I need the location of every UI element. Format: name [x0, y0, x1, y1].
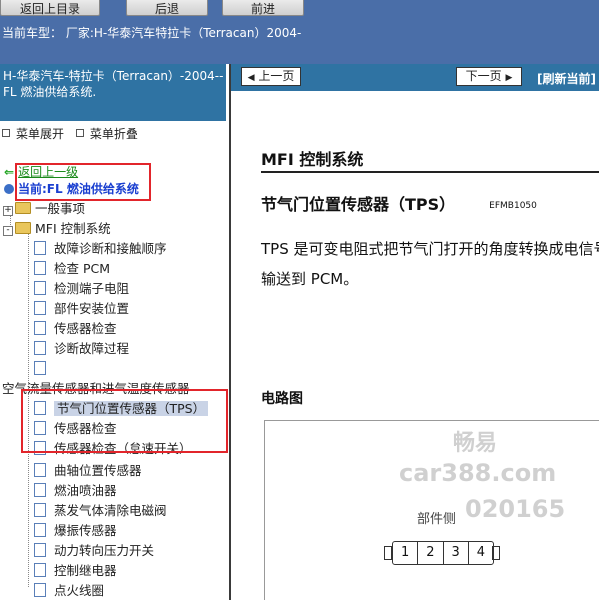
document-icon: [34, 301, 46, 315]
tree-item[interactable]: 曲轴位置传感器: [34, 461, 142, 481]
document-icon: [34, 483, 46, 497]
globe-icon: [4, 184, 14, 194]
menu-expand-button[interactable]: 菜单展开: [2, 127, 64, 141]
watermark: 020165: [465, 495, 566, 523]
document-view: MFI 控制系统 节气门位置传感器（TPS） EFMB1050 TPS 是可变电阻…: [231, 91, 599, 600]
circuit-diagram: 畅易 car388.com 部件侧 020165 1 2 3 4: [264, 420, 599, 600]
square-icon: [75, 129, 84, 137]
return-directory-button[interactable]: 返回上目录: [0, 0, 100, 16]
document-icon: [34, 321, 46, 335]
top-toolbar: 返回上目录 后退 前进: [0, 0, 599, 18]
document-icon: [34, 261, 46, 275]
tree-item[interactable]: 诊断故障过程: [34, 339, 129, 359]
connector-pin: 2: [418, 542, 444, 564]
highlight-box: [15, 163, 151, 201]
connector-latch: [384, 546, 392, 560]
document-icon: [34, 583, 46, 597]
document-icon: [34, 241, 46, 255]
connector: 1 2 3 4: [392, 541, 494, 565]
highlight-box: [21, 389, 228, 453]
expand-icon: +: [3, 205, 13, 216]
tree-item[interactable]: 部件安装位置: [34, 299, 129, 319]
part-side-label: 部件侧: [417, 512, 457, 527]
next-page-button[interactable]: 下一页 ▶: [456, 67, 522, 86]
divider: [261, 171, 599, 173]
content-panel: ◀ 上一页 下一页 ▶ [刷新当前] MFI 控制系统 节气门位置传感器（TPS…: [231, 64, 599, 600]
document-icon: [34, 523, 46, 537]
current-model-text: 当前车型： 厂家:H-华泰汽车特拉卡（Terracan）2004-: [2, 26, 302, 40]
square-icon: [2, 129, 10, 137]
tree-item[interactable]: 传感器检查: [34, 319, 117, 339]
circuit-title: 电路图: [261, 391, 303, 407]
tree-item[interactable]: 故障诊断和接触顺序: [34, 239, 167, 259]
left-panel: H-华泰汽车-特拉卡（Terracan）-2004-- FL 燃油供给系统. 菜…: [0, 64, 231, 600]
document-icon: [34, 563, 46, 577]
model-bar: 当前车型： 厂家:H-华泰汽车特拉卡（Terracan）2004-: [0, 18, 599, 64]
document-icon: [34, 281, 46, 295]
connector-pin: 3: [444, 542, 469, 564]
folder-open-icon: [15, 222, 31, 234]
doc-code: EFMB1050: [489, 201, 537, 211]
tree-item[interactable]: [34, 359, 54, 379]
triangle-left-icon: ◀: [247, 73, 255, 83]
tree-item[interactable]: 动力转向压力开关: [34, 541, 154, 561]
connector-pin: 1: [393, 542, 419, 564]
triangle-right-icon: ▶: [505, 73, 513, 83]
document-icon: [34, 463, 46, 477]
tree-item[interactable]: 控制继电器: [34, 561, 117, 581]
back-arrow-icon: ⇐: [4, 165, 15, 179]
section-title: MFI 控制系统: [261, 150, 364, 169]
document-icon: [34, 361, 46, 375]
tree-item[interactable]: 点火线圈: [34, 581, 104, 600]
prev-page-button[interactable]: ◀ 上一页: [241, 67, 301, 86]
refresh-current-link[interactable]: [刷新当前]: [537, 70, 596, 87]
tree-node-general[interactable]: + 一般事项: [3, 199, 85, 219]
page-nav-bar: ◀ 上一页 下一页 ▶ [刷新当前]: [231, 64, 599, 91]
menu-ops: 菜单展开 菜单折叠: [2, 125, 146, 142]
collapse-icon: -: [3, 226, 13, 236]
connector-pin: 4: [476, 545, 486, 560]
tree-item[interactable]: 爆振传感器: [34, 521, 117, 541]
tree-node-mfi[interactable]: - MFI 控制系统: [3, 219, 111, 239]
subtitle: 节气门位置传感器（TPS） EFMB1050: [261, 195, 537, 214]
document-icon: [34, 543, 46, 557]
document-icon: [34, 341, 46, 355]
tree-item[interactable]: 燃油喷油器: [34, 481, 117, 501]
description-text: TPS 是可变电阻式把节气门打开的角度转换成电信号输送到 PCM。: [261, 240, 599, 288]
tree-item[interactable]: 检测端子电阻: [34, 279, 129, 299]
menu-collapse-button[interactable]: 菜单折叠: [75, 127, 138, 141]
tree-item[interactable]: 蒸发气体清除电磁阀: [34, 501, 167, 521]
watermark: 畅易: [453, 431, 498, 456]
document-icon: [34, 503, 46, 517]
left-panel-title: H-华泰汽车-特拉卡（Terracan）-2004-- FL 燃油供给系统.: [0, 64, 226, 121]
back-button[interactable]: 后退: [126, 0, 208, 16]
forward-button[interactable]: 前进: [222, 0, 304, 16]
tree-item[interactable]: 检查 PCM: [34, 259, 110, 279]
folder-icon: [15, 202, 31, 214]
watermark: car388.com: [399, 459, 557, 487]
